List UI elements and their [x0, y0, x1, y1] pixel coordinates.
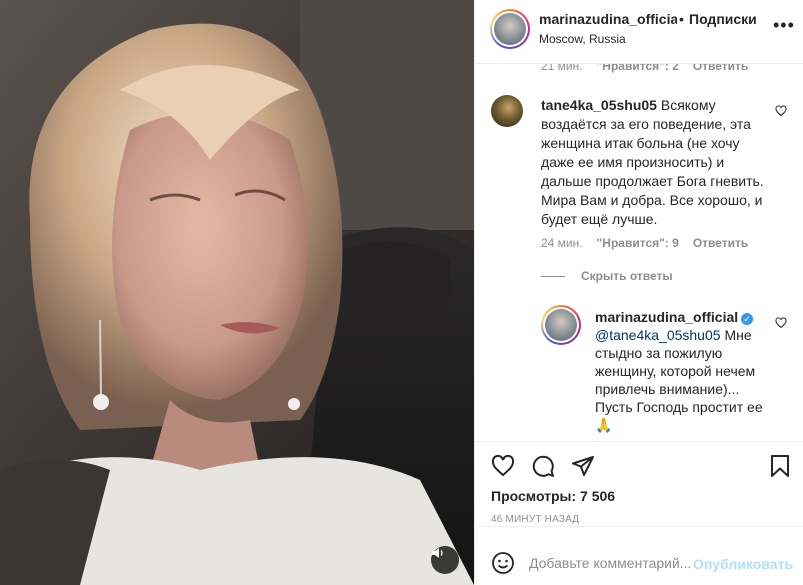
instagram-post-view: marinazudina_official • Подписки Moscow,…: [0, 0, 803, 585]
heart-icon: [775, 105, 787, 117]
like-button[interactable]: [491, 454, 515, 481]
reply-username[interactable]: marinazudina_official: [595, 309, 738, 325]
post-timestamp: 46 МИНУТ НАЗАД: [491, 514, 580, 525]
verified-icon: ✓: [741, 313, 754, 325]
avatar[interactable]: [541, 305, 581, 345]
following-button[interactable]: Подписки: [689, 11, 757, 27]
emoji-icon: [492, 552, 514, 574]
mention-link[interactable]: @tane4ka_05shu05: [595, 327, 721, 343]
post-video[interactable]: [0, 0, 474, 585]
location-link[interactable]: Moscow, Russia: [539, 32, 626, 46]
post-sidebar: marinazudina_official • Подписки Moscow,…: [474, 0, 803, 585]
emoji-button[interactable]: [491, 551, 515, 578]
comment-button[interactable]: [531, 454, 555, 481]
more-icon[interactable]: •••: [773, 16, 795, 34]
sound-toggle-button[interactable]: [431, 546, 459, 574]
comment-text: Всякому воздаётся за его поведение, эта …: [541, 97, 764, 227]
divider: [541, 275, 565, 277]
reply-body: marinazudina_official ✓ @tane4ka_05shu05 …: [595, 308, 773, 434]
comment-meta: 24 мин. "Нравится": 9 Ответить: [541, 236, 748, 250]
heart-icon: [775, 317, 787, 329]
likes-count[interactable]: "Нравится": 9: [597, 236, 679, 250]
save-button[interactable]: [768, 454, 792, 481]
post-actions: Просмотры: 7 506 46 МИНУТ НАЗАД Опублико…: [475, 441, 803, 585]
reply-button[interactable]: Ответить: [693, 236, 748, 250]
hide-replies-label: Скрыть ответы: [581, 269, 673, 283]
comment-input[interactable]: [529, 555, 709, 571]
pray-emoji: 🙏: [595, 417, 613, 433]
video-frame-illustration: [0, 0, 474, 585]
publish-button[interactable]: Опубликовать: [693, 556, 793, 572]
sound-icon: [432, 548, 443, 558]
separator-dot: •: [679, 11, 684, 27]
comment-time: 24 мин.: [541, 236, 583, 250]
comment-body: tane4ka_05shu05 Всякому воздаётся за его…: [541, 96, 769, 229]
hide-replies-button[interactable]: Скрыть ответы: [541, 269, 673, 283]
post-header: marinazudina_official • Подписки Moscow,…: [475, 0, 803, 64]
views-count[interactable]: Просмотры: 7 506: [491, 488, 615, 504]
avatar[interactable]: [491, 95, 523, 127]
share-icon: [572, 456, 594, 476]
comment-username[interactable]: tane4ka_05shu05: [541, 97, 657, 113]
header-username[interactable]: marinazudina_official: [539, 11, 677, 27]
reply-like-button[interactable]: [775, 316, 787, 332]
bookmark-icon: [771, 455, 789, 477]
add-comment-bar: Опубликовать: [475, 526, 803, 585]
share-button[interactable]: [571, 454, 595, 481]
avatar[interactable]: [490, 9, 530, 49]
comment-like-button[interactable]: [775, 104, 787, 120]
comment-icon: [532, 455, 554, 477]
heart-icon: [491, 454, 515, 477]
